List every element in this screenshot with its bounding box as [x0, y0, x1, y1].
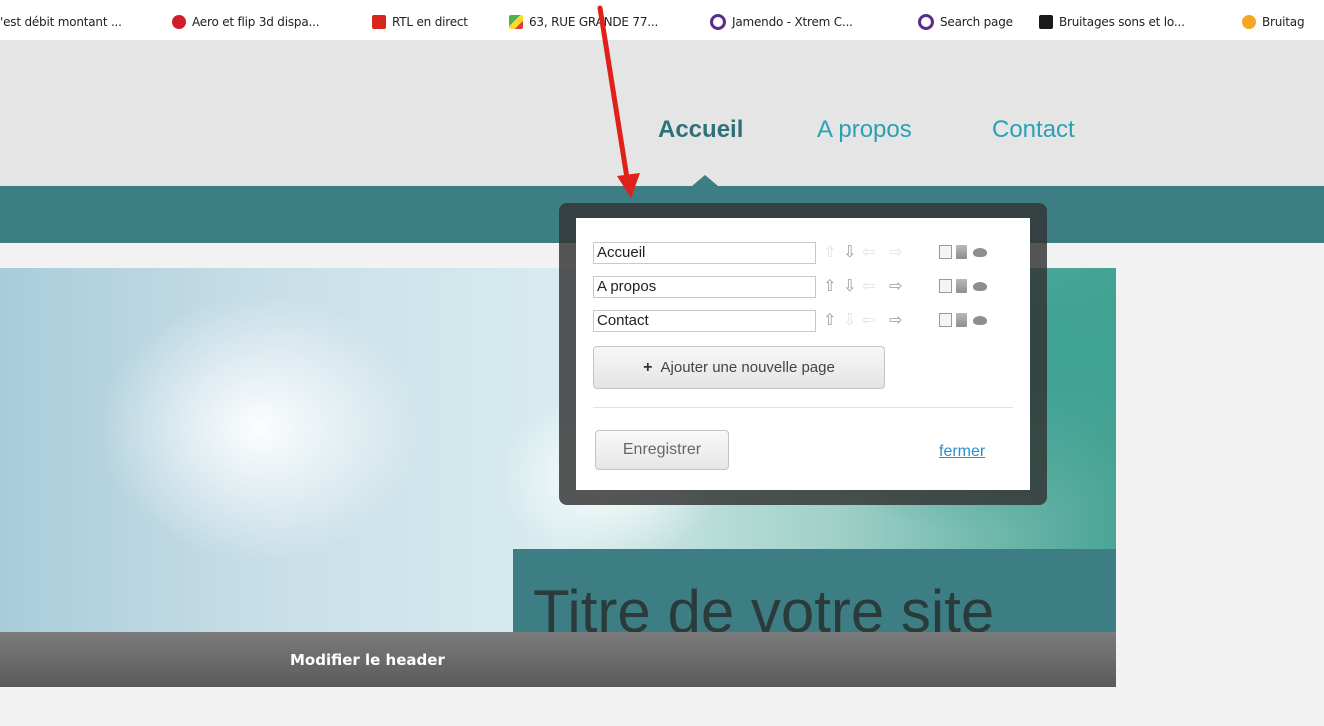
- indent-icon: ⇨: [889, 242, 903, 261]
- edit-header-label[interactable]: Modifier le header: [290, 651, 445, 669]
- nav-item-accueil[interactable]: Accueil: [658, 116, 743, 144]
- bookmarks-bar: 'est débit montant ... Aero et flip 3d d…: [0, 0, 1324, 41]
- record-circle-icon: [918, 14, 934, 30]
- outdent-icon: ⇦: [862, 242, 876, 261]
- close-link[interactable]: fermer: [939, 443, 985, 461]
- maps-icon: [509, 15, 523, 29]
- record-circle-icon: [710, 14, 726, 30]
- visibility-icon[interactable]: [973, 316, 987, 325]
- page-name-input[interactable]: [593, 276, 816, 298]
- page-name-input[interactable]: [593, 310, 816, 332]
- bookmark-label: Aero et flip 3d dispa...: [192, 15, 320, 29]
- trash-icon[interactable]: [956, 313, 967, 327]
- move-down-icon[interactable]: ⇩: [843, 243, 856, 261]
- edit-page-icon[interactable]: [939, 313, 952, 327]
- bookmark-label: 'est débit montant ...: [0, 15, 122, 29]
- music-page-icon: [1039, 15, 1053, 29]
- nav-item-a-propos[interactable]: A propos: [817, 116, 912, 144]
- outdent-icon: ⇦: [862, 276, 876, 295]
- indent-icon[interactable]: ⇨: [889, 311, 902, 329]
- bookmark-item[interactable]: Search page: [918, 12, 1013, 32]
- site-title-box[interactable]: Titre de votre site: [513, 549, 1116, 632]
- indent-icon[interactable]: ⇨: [889, 277, 902, 295]
- bookmark-item[interactable]: Bruitages sons et lo...: [1039, 12, 1185, 32]
- move-down-icon: ⇩: [843, 310, 857, 329]
- move-up-icon[interactable]: ⇧: [823, 311, 836, 329]
- page-name-input[interactable]: [593, 242, 816, 264]
- save-button[interactable]: Enregistrer: [595, 430, 729, 470]
- move-down-icon[interactable]: ⇩: [843, 277, 856, 295]
- red-badge-icon: [172, 15, 186, 29]
- edit-page-icon[interactable]: [939, 245, 952, 259]
- bookmark-label: Bruitag: [1262, 15, 1305, 29]
- bookmark-item[interactable]: RTL en direct: [372, 12, 468, 32]
- edit-page-icon[interactable]: [939, 279, 952, 293]
- edit-header-bar[interactable]: [0, 632, 1116, 687]
- move-up-icon: ⇧: [823, 242, 837, 261]
- bookmark-item[interactable]: Aero et flip 3d dispa...: [172, 12, 320, 32]
- plus-icon: +: [643, 358, 653, 376]
- bookmark-label: Jamendo - Xtrem C...: [732, 15, 853, 29]
- divider: [593, 407, 1013, 408]
- orange-bubble-icon: [1242, 15, 1256, 29]
- bookmark-item[interactable]: 63, RUE GRANDE 77...: [509, 12, 658, 32]
- bookmark-label: 63, RUE GRANDE 77...: [529, 15, 659, 29]
- trash-icon[interactable]: [956, 279, 967, 293]
- site-title: Titre de votre site: [533, 578, 995, 632]
- trash-icon[interactable]: [956, 245, 967, 259]
- visibility-icon[interactable]: [973, 248, 987, 257]
- bookmark-label: Search page: [940, 15, 1013, 29]
- bookmark-item[interactable]: 'est débit montant ...: [0, 12, 122, 32]
- bookmark-label: RTL en direct: [392, 15, 468, 29]
- site-header: [0, 41, 1324, 186]
- bookmark-item[interactable]: Bruitag: [1242, 12, 1305, 32]
- move-up-icon[interactable]: ⇧: [823, 277, 836, 295]
- add-page-button[interactable]: + Ajouter une nouvelle page: [593, 346, 885, 389]
- bookmark-item[interactable]: Jamendo - Xtrem C...: [710, 12, 853, 32]
- nav-active-caret: [692, 175, 718, 186]
- rtl-logo-icon: [372, 15, 386, 29]
- visibility-icon[interactable]: [973, 282, 987, 291]
- nav-item-contact[interactable]: Contact: [992, 116, 1075, 144]
- bookmark-label: Bruitages sons et lo...: [1059, 15, 1185, 29]
- outdent-icon: ⇦: [862, 310, 876, 329]
- add-page-label: Ajouter une nouvelle page: [660, 359, 835, 376]
